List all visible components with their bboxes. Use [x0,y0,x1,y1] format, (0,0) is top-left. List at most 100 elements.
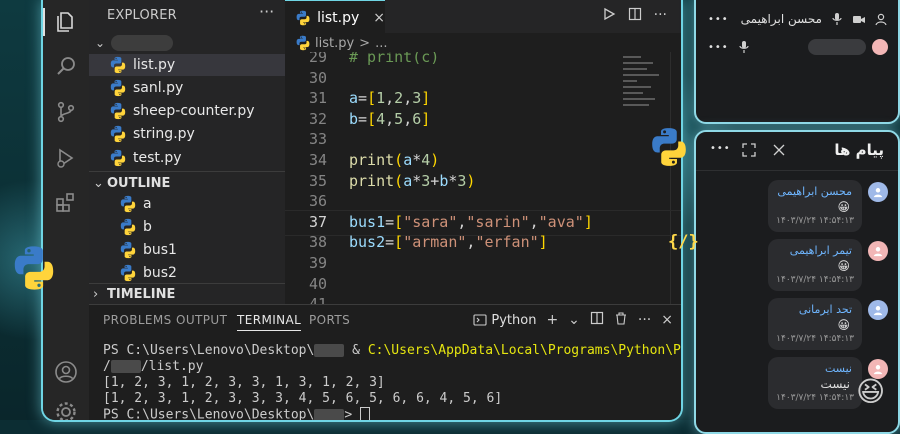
terminal-text: /list.py [140,359,204,374]
file-item-1[interactable]: sanl.py [89,77,285,99]
message-bubble: محسن ابراهیمی 😀 ۱۴۰۳/۷/۲۴ ۱۴:۵۴:۱۳ [768,180,862,232]
terminal-prompt: PS C:\Users\Lenovo\Desktop\ [103,343,315,358]
tab-problems[interactable]: PROBLEMS [103,313,172,327]
more-icon[interactable]: ··· [638,312,651,328]
source-control-icon[interactable] [52,98,80,126]
member-avatar [872,39,888,55]
line-number: 34 [308,151,327,169]
call-member-row: ••• [708,36,888,58]
messages-more-button[interactable]: ••• [710,143,731,154]
code-text: print(a*3+b*3) [349,171,476,190]
line-number: 39 [308,254,327,272]
new-terminal-icon[interactable]: + [546,312,558,328]
tab-close-icon[interactable]: × [373,10,385,26]
message-text: 😀 [837,318,850,332]
message-bubble: تحد ایرمانی 😀 ۱۴۰۳/۷/۲۴ ۱۴:۵۴:۱۳ [768,298,862,350]
message-item[interactable]: محسن ابراهیمی 😀 ۱۴۰۳/۷/۲۴ ۱۴:۵۴:۱۳ [696,180,898,238]
call-more-button[interactable]: ••• [708,14,729,25]
settings-gear-icon[interactable] [52,398,80,420]
message-item[interactable]: تحد ایرمانی 😀 ۱۴۰۳/۷/۲۴ ۱۴:۵۴:۱۳ [696,298,898,356]
close-panel-icon[interactable]: × [661,312,673,328]
file-item-0[interactable]: list.py [89,54,285,76]
chevron-down-icon: ⌄ [93,175,104,191]
outline-label: a [143,196,152,212]
microphone-icon[interactable] [737,40,751,54]
split-editor-icon[interactable] [628,7,642,25]
sender-name: تحد ایرمانی [798,303,852,316]
more-actions-icon[interactable]: ··· [654,7,667,25]
extensions-icon[interactable] [52,188,80,216]
user-icon [875,13,887,26]
breadcrumb-separator: > [359,35,371,51]
split-terminal-icon[interactable] [590,311,604,329]
file-item-4[interactable]: test.py [89,147,285,169]
redacted-path [314,344,345,357]
video-camera-icon[interactable] [852,12,866,26]
vscode-window: EXPLORER ··· ⌄ list.py sanl.py sheep-cou… [41,0,683,422]
message-timestamp: ۱۴۰۳/۷/۲۴ ۱۴:۵۴:۱۳ [776,275,854,285]
code-text: print(a*4) [349,151,440,169]
terminal-command: C:\Users\AppData\Local\Programs\Python\P… [367,343,681,358]
file-label: test.py [133,150,182,166]
message-timestamp: ۱۴۰۳/۷/۲۴ ۱۴:۵۴:۱۳ [776,334,854,344]
chevron-right-icon: › [93,286,99,302]
search-icon[interactable] [52,52,80,80]
microphone-icon[interactable] [830,12,844,26]
outline-label: bus2 [143,265,177,281]
line-number: 30 [308,68,327,87]
outline-item-2[interactable]: bus1 [89,239,285,261]
message-timestamp: ۱۴۰۳/۷/۲۴ ۱۴:۵۴:۱۳ [776,216,854,226]
outline-item-3[interactable]: bus2 [89,262,285,284]
message-text: نیست [820,377,850,391]
explorer-more-button[interactable]: ··· [259,2,274,21]
workspace-folder[interactable]: ⌄ [95,34,174,52]
message-timestamp: ۱۴۰۳/۷/۲۴ ۱۴:۵۴:۱۳ [776,393,854,403]
python-symbol-icon [120,264,136,282]
trash-icon[interactable] [614,311,628,329]
editor-tabbar: list.py × ··· [285,0,681,34]
call-controls-row: ••• محسن ابراهیمی [708,8,888,30]
python-file-icon [110,125,126,143]
file-label: list.py [133,57,176,73]
line-number: 35 [308,171,327,190]
outline-item-1[interactable]: b [89,216,285,238]
code-text: bus1=["sara","sarin","ava"] [349,212,593,231]
tab-terminal[interactable]: TERMINAL [237,313,302,331]
code-line[interactable]: 41 [285,292,681,304]
panel-actions: Python + ⌄ ··· × [473,311,673,329]
tab-output[interactable]: OUTPUT [176,313,227,327]
message-item[interactable]: تیمر ابراهیمی 😀 ۱۴۰۳/۷/۲۴ ۱۴:۵۴:۱۳ [696,239,898,297]
member-more-button[interactable]: ••• [708,42,729,53]
line-number: 33 [308,130,327,149]
python-symbol-icon [120,218,136,236]
file-item-2[interactable]: sheep-counter.py [89,100,285,122]
breadcrumb-more[interactable]: ... [375,36,387,51]
run-debug-icon[interactable] [52,144,80,172]
editor-actions: ··· [602,7,667,25]
tab-ports[interactable]: PORTS [309,313,350,327]
laughing-emoji-icon: 😆 [856,375,886,408]
call-member-name: محسن ابراهیمی [740,12,822,26]
outline-label: b [143,219,152,235]
close-icon[interactable] [772,143,786,157]
terminal-kind-selector[interactable]: Python [473,313,536,328]
expand-icon[interactable] [742,143,756,157]
line-number: 31 [308,89,327,108]
account-icon[interactable] [52,358,80,386]
run-icon[interactable] [602,7,616,25]
tab-list-py[interactable]: list.py × [285,0,385,34]
python-logo-icon [14,246,54,290]
code-editor[interactable]: 29 # print(c) 30 31 a=[1,2,3] 32 b=[4,5,6] 33 34… [285,52,681,304]
timeline-section-header[interactable]: › TIMELINE [93,284,175,304]
terminal-dropdown-icon[interactable]: ⌄ [568,312,580,328]
outline-item-0[interactable]: a [89,193,285,215]
messages-header: ••• پیام ها [696,132,898,171]
tab-label: list.py [317,9,360,26]
outline-section-header[interactable]: ⌄ OUTLINE [93,173,170,193]
explorer-icon[interactable] [43,8,80,36]
python-file-icon [296,35,310,51]
terminal-line-2: / /list.py [103,359,203,374]
line-number: 41 [285,295,327,304]
breadcrumb-file[interactable]: list.py [315,36,354,51]
file-item-3[interactable]: string.py [89,123,285,145]
